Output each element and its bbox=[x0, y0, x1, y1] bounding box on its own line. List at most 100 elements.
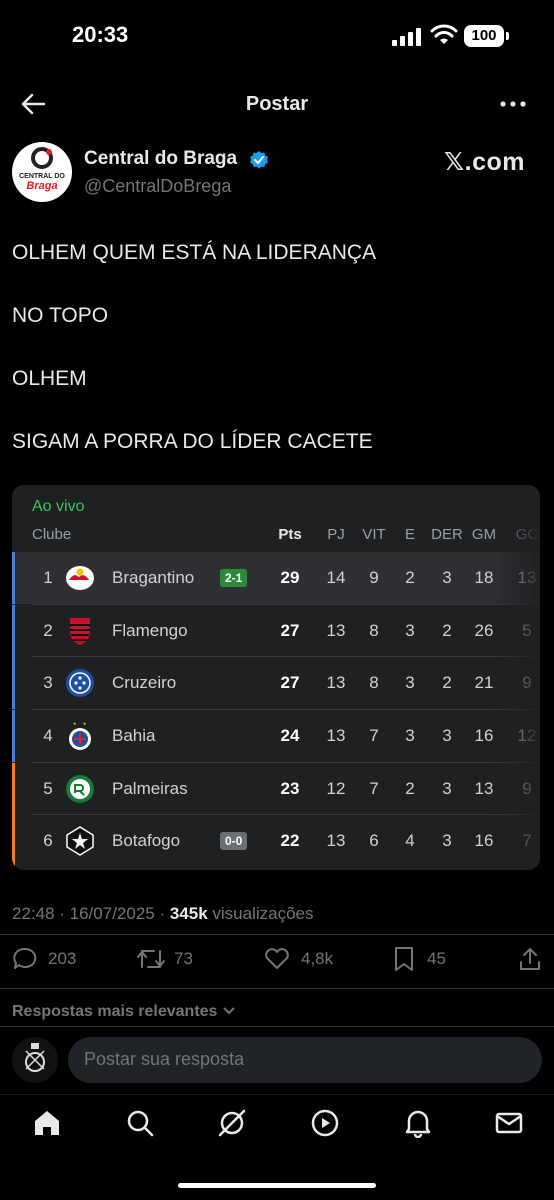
search-icon[interactable] bbox=[125, 1108, 155, 1138]
share-icon[interactable] bbox=[518, 946, 542, 972]
row-divider bbox=[32, 656, 540, 657]
user-avatar-emblem bbox=[13, 1038, 57, 1082]
divider bbox=[0, 934, 554, 935]
header-e: E bbox=[404, 526, 415, 543]
tweet-text-line-1: OLHEM QUEM ESTÁ NA LIDERANÇA bbox=[12, 241, 377, 264]
cell-pts: 27 bbox=[280, 673, 300, 692]
cell-e: 2 bbox=[405, 568, 415, 587]
reply-count[interactable]: 203 bbox=[48, 949, 76, 969]
author-handle[interactable]: @CentralDoBrega bbox=[84, 176, 231, 197]
author-avatar[interactable]: CENTRAL DO Braga bbox=[12, 142, 72, 202]
divider bbox=[0, 1026, 554, 1027]
row-position: 4 bbox=[43, 726, 53, 745]
cell-pj: 13 bbox=[326, 673, 346, 692]
cellular-signal-icon bbox=[392, 28, 421, 46]
more-options-icon[interactable] bbox=[500, 96, 526, 112]
verified-badge-icon bbox=[250, 151, 268, 169]
cell-pj: 13 bbox=[326, 726, 346, 745]
club-name: Cruzeiro bbox=[112, 673, 177, 692]
header-pts: Pts bbox=[278, 526, 302, 543]
cell-der: 2 bbox=[442, 621, 452, 640]
replies-sort-dropdown[interactable]: Respostas mais relevantes bbox=[12, 1003, 236, 1021]
row-divider bbox=[32, 762, 540, 763]
video-play-icon[interactable] bbox=[310, 1108, 340, 1138]
divider bbox=[0, 988, 554, 989]
cell-pj: 12 bbox=[326, 779, 346, 798]
reply-input[interactable]: Postar sua resposta bbox=[68, 1037, 542, 1083]
position-marker bbox=[12, 657, 15, 709]
cruzeiro-crest-icon bbox=[66, 669, 94, 697]
row-divider bbox=[32, 814, 540, 815]
table-row: 5 Palmeiras 23 12 7 2 3 13 9 bbox=[12, 762, 540, 815]
cell-e: 3 bbox=[405, 621, 415, 640]
row-position: 5 bbox=[43, 779, 53, 798]
notifications-bell-icon[interactable] bbox=[403, 1108, 433, 1138]
chevron-down-icon bbox=[223, 1007, 235, 1015]
standings-image[interactable]: Ao vivo Clube Pts PJ VIT E DER GM GC 1 B… bbox=[12, 485, 540, 870]
cell-pj: 13 bbox=[326, 621, 346, 640]
club-name: Palmeiras bbox=[112, 779, 188, 798]
scroll-fade bbox=[490, 485, 540, 870]
like-heart-icon[interactable] bbox=[264, 947, 290, 971]
reply-placeholder: Postar sua resposta bbox=[84, 1049, 245, 1069]
post-meta: 22:48 · 16/07/2025 · 345k visualizações bbox=[12, 904, 314, 924]
header-club: Clube bbox=[32, 526, 72, 543]
divider bbox=[0, 1094, 554, 1095]
table-row: 3 Cruzeiro 27 13 8 3 2 21 9 bbox=[12, 656, 540, 709]
page-title: Postar bbox=[245, 93, 309, 115]
cell-pj: 14 bbox=[326, 568, 346, 587]
avatar-top-text: CENTRAL DO bbox=[19, 173, 65, 180]
cell-vit: 9 bbox=[369, 568, 379, 587]
battery-indicator: 100 bbox=[464, 25, 504, 47]
repost-icon[interactable] bbox=[136, 947, 166, 971]
table-row: 1 Bragantino 2-1 29 14 9 2 3 18 13 bbox=[12, 552, 540, 604]
bahia-crest-icon bbox=[69, 722, 91, 750]
row-position: 1 bbox=[43, 568, 53, 587]
bragantino-crest-icon bbox=[66, 566, 94, 590]
cell-der: 3 bbox=[442, 779, 452, 798]
cell-der: 3 bbox=[442, 568, 452, 587]
row-divider bbox=[32, 604, 540, 605]
cell-pj: 13 bbox=[326, 831, 346, 850]
cell-vit: 7 bbox=[369, 726, 379, 745]
header-der: DER bbox=[431, 526, 463, 543]
battery-tip bbox=[506, 32, 509, 40]
bookmark-icon[interactable] bbox=[393, 946, 415, 972]
grok-icon[interactable] bbox=[217, 1108, 247, 1138]
botafogo-crest-icon bbox=[66, 826, 94, 856]
row-position: 3 bbox=[43, 673, 53, 692]
cell-e: 4 bbox=[405, 831, 415, 850]
status-time: 20:33 bbox=[72, 22, 129, 47]
post-time-date: 22:48 · 16/07/2025 · bbox=[12, 904, 170, 923]
row-position: 2 bbox=[43, 621, 53, 640]
club-name: Botafogo bbox=[112, 831, 181, 850]
table-row: 4 Bahia 24 13 7 3 3 16 12 bbox=[12, 709, 540, 762]
live-score-badge: 0-0 bbox=[220, 832, 248, 850]
position-marker bbox=[12, 605, 15, 657]
user-avatar[interactable] bbox=[12, 1037, 58, 1083]
like-count[interactable]: 4,8k bbox=[301, 949, 333, 969]
cell-der: 3 bbox=[442, 726, 452, 745]
author-name[interactable]: Central do Braga bbox=[84, 148, 237, 170]
club-name: Flamengo bbox=[112, 621, 188, 640]
avatar-bottom-text: Braga bbox=[26, 180, 57, 192]
palmeiras-crest-icon bbox=[66, 775, 94, 803]
views-label: visualizações bbox=[207, 904, 314, 923]
cell-pts: 29 bbox=[280, 568, 300, 587]
views-count: 345k bbox=[169, 904, 208, 923]
cell-vit: 7 bbox=[369, 779, 379, 798]
repost-count[interactable]: 73 bbox=[174, 949, 193, 969]
messages-envelope-icon[interactable] bbox=[494, 1108, 524, 1138]
cell-pts: 22 bbox=[280, 831, 300, 850]
reply-icon[interactable] bbox=[12, 946, 38, 972]
table-row: 2 Flamengo 27 13 8 3 2 26 5 bbox=[12, 604, 540, 657]
bookmark-count[interactable]: 45 bbox=[427, 949, 446, 969]
x-watermark: 𝕏.com bbox=[444, 148, 525, 176]
wifi-icon bbox=[430, 24, 458, 44]
home-icon[interactable] bbox=[32, 1108, 62, 1138]
live-score-badge: 2-1 bbox=[220, 569, 248, 587]
club-name: Bragantino bbox=[112, 568, 195, 587]
tweet-text-line-4: SIGAM A PORRA DO LÍDER CACETE bbox=[12, 430, 373, 453]
live-label: Ao vivo bbox=[32, 498, 85, 515]
cell-e: 2 bbox=[405, 779, 415, 798]
